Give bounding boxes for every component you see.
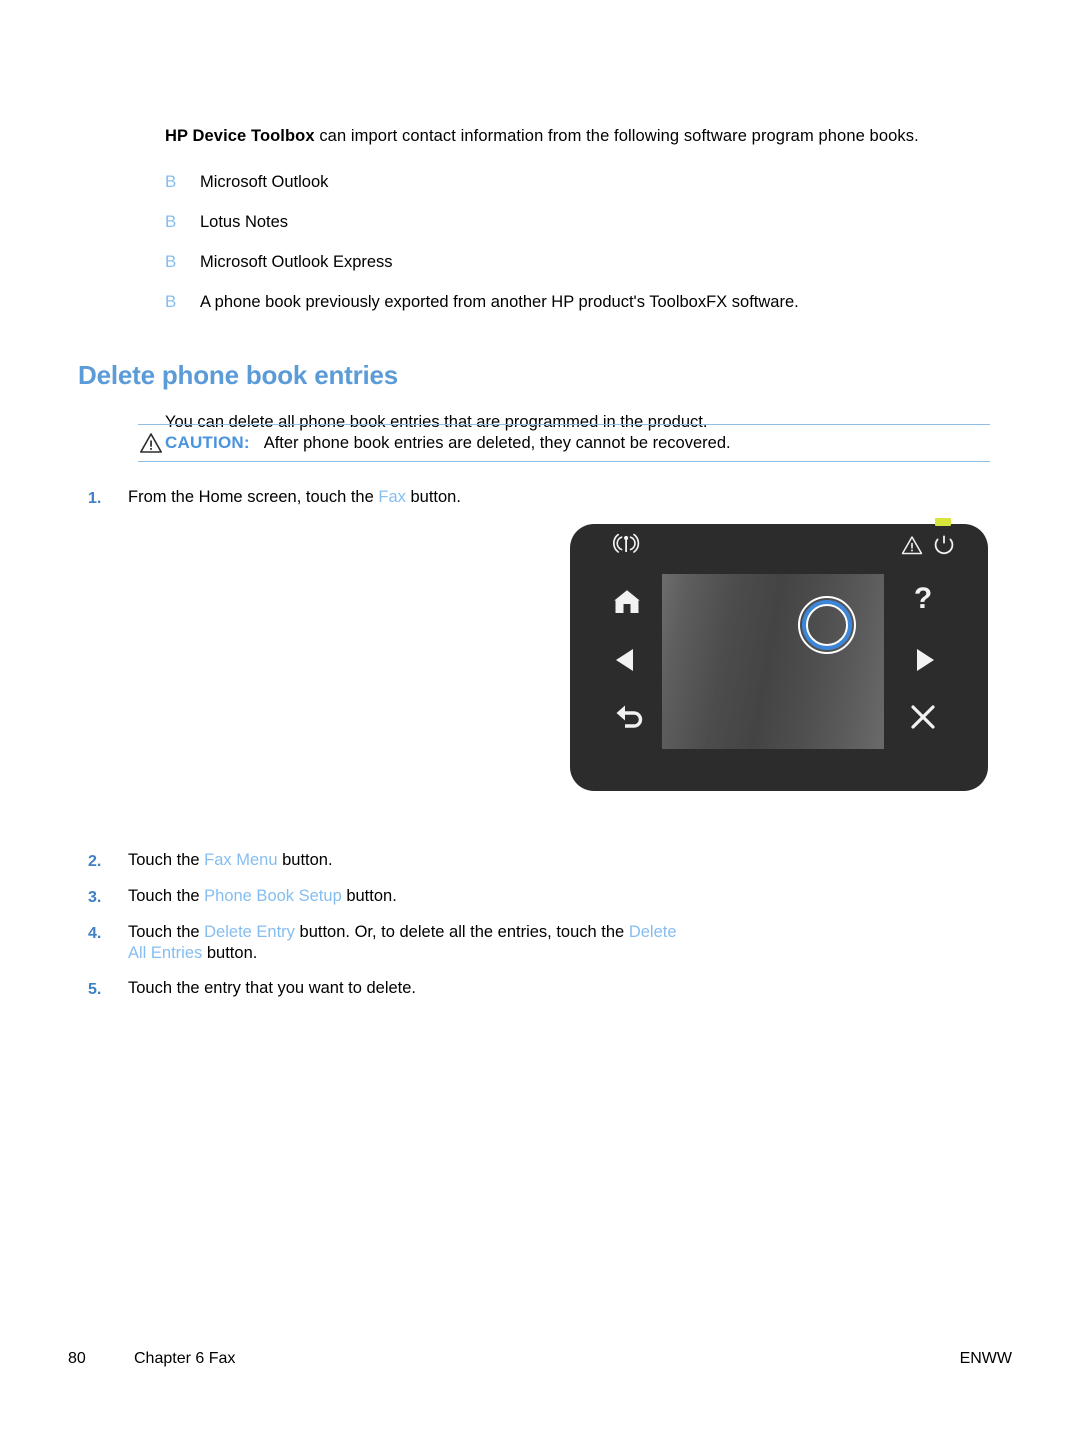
bullet-marker: B: [165, 212, 177, 231]
caution-body: CAUTION: After phone book entries are de…: [138, 425, 990, 461]
caution-label: CAUTION:: [165, 433, 250, 452]
control-panel-display[interactable]: [662, 574, 884, 749]
step-text-fragment: From the Home screen, touch the: [128, 488, 379, 506]
step-text: Touch the Delete Entry button. Or, to de…: [128, 922, 688, 964]
left-arrow-icon[interactable]: [608, 644, 646, 676]
page-title: Delete phone book entries: [78, 359, 399, 390]
bullet-marker: B: [165, 292, 177, 311]
ui-term: Delete Entry: [204, 923, 295, 941]
list-item-label: Lotus Notes: [200, 213, 289, 231]
step-text-fragment: button.: [405, 488, 461, 506]
page-footer: 80 Chapter 6 Fax ENWW: [68, 1347, 1012, 1371]
caution-admonition: CAUTION: After phone book entries are de…: [138, 424, 990, 462]
step-item: 4. Touch the Delete Entry button. Or, to …: [88, 922, 688, 964]
warning-triangle-icon: [139, 432, 163, 454]
step-item: 1. From the Home screen, touch the Fax bu…: [88, 487, 688, 509]
intro-bold-lead: HP Device Toolbox: [165, 126, 315, 145]
back-arrow-icon[interactable]: [608, 700, 646, 734]
home-icon[interactable]: [608, 584, 646, 618]
attention-icon: [900, 534, 924, 556]
step-text-fragment: Touch the entry that you want to delete.: [128, 979, 417, 997]
display-ring-indicator: [798, 596, 856, 654]
step-text-fragment: button.: [341, 887, 397, 905]
list-item-label: Microsoft Outlook Express: [200, 253, 393, 271]
status-led: [935, 518, 951, 526]
document-page: HP Device Toolbox can import contact inf…: [0, 0, 1080, 1437]
step-number: 4.: [88, 925, 102, 942]
bullet-marker: B: [165, 252, 177, 271]
step-item: 5. Touch the entry that you want to delet…: [88, 978, 688, 1000]
ui-term: Fax Menu: [204, 851, 278, 869]
right-arrow-icon[interactable]: [904, 644, 942, 676]
step-item: 3. Touch the Phone Book Setup button.: [88, 886, 688, 908]
step-text: Touch the Fax Menu button.: [128, 850, 688, 871]
list-item-label: Microsoft Outlook: [200, 173, 329, 191]
step-text-fragment: button. Or, to delete all the entries, t…: [294, 923, 629, 941]
step-number: 5.: [88, 981, 102, 998]
step-text-fragment: button.: [277, 851, 333, 869]
step-text: Touch the entry that you want to delete.: [128, 978, 688, 999]
svg-text:?: ?: [914, 582, 932, 615]
step-text-fragment: Touch the: [128, 923, 205, 941]
ready-icon: [932, 534, 956, 556]
step-number: 2.: [88, 853, 102, 870]
list-item: B Microsoft Outlook Express: [165, 250, 985, 290]
step-number: 3.: [88, 889, 102, 906]
control-panel-illustration: ?: [570, 518, 988, 791]
step-text-fragment: Touch the: [128, 851, 205, 869]
step-text-fragment: Touch the: [128, 887, 205, 905]
intro-rest: can import contact information from the …: [314, 126, 919, 145]
step-text: From the Home screen, touch the Fax butt…: [128, 487, 688, 508]
ui-term: Phone Book Setup: [204, 887, 342, 905]
step-number: 1.: [88, 490, 102, 507]
steps-list-top: 1. From the Home screen, touch the Fax bu…: [88, 487, 688, 523]
bullet-marker: B: [165, 172, 177, 191]
caution-rule-bottom: [138, 461, 990, 462]
caution-text: After phone book entries are deleted, th…: [263, 433, 731, 452]
intro-paragraph: HP Device Toolbox can import contact inf…: [165, 121, 965, 151]
wireless-icon: [612, 532, 640, 558]
footer-chapter: Chapter 6 Fax: [134, 1350, 236, 1367]
step-item: 2. Touch the Fax Menu button.: [88, 850, 688, 872]
step-text-fragment: button.: [202, 944, 258, 962]
control-panel-body: ?: [570, 518, 988, 791]
ui-term: Fax: [378, 488, 406, 506]
footer-page-number: 80: [68, 1350, 86, 1367]
list-item: B Lotus Notes: [165, 210, 985, 250]
help-icon[interactable]: ?: [904, 582, 942, 620]
cancel-icon[interactable]: [904, 700, 942, 734]
list-item: B Microsoft Outlook: [165, 170, 985, 210]
software-bullet-list: B Microsoft Outlook B Lotus Notes B Microsoft…: [165, 170, 985, 330]
steps-list-bottom: 2. Touch the Fax Menu button. 3. Touch the …: [88, 850, 688, 1014]
step-text: Touch the Phone Book Setup button.: [128, 886, 688, 907]
display-ring-core: [806, 604, 848, 646]
list-item-label: A phone book previously exported from an…: [200, 293, 799, 311]
footer-locale: ENWW: [959, 1350, 1012, 1367]
list-item: B A phone book previously exported from a…: [165, 290, 985, 330]
